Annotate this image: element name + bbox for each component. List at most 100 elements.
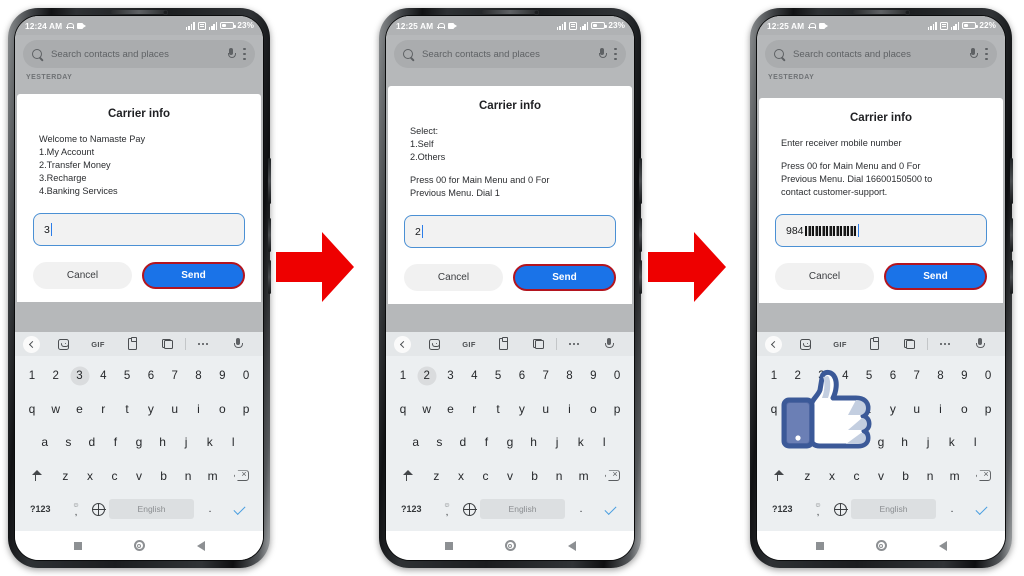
key-x[interactable]: x [78,462,103,489]
key-w[interactable]: w [415,396,439,423]
key-g[interactable]: g [498,429,522,456]
symbols-key[interactable]: ?123 [26,504,60,514]
key-i[interactable]: i [558,396,582,423]
key-9[interactable]: 9 [210,362,234,389]
key-8[interactable]: 8 [929,362,953,389]
key-j[interactable]: j [174,429,198,456]
key-5[interactable]: 5 [115,362,139,389]
key-v[interactable]: v [498,462,523,489]
circle-icon[interactable] [504,540,516,551]
circle-icon[interactable] [875,540,887,551]
key-z[interactable]: z [795,462,820,489]
search-input[interactable]: Search contacts and places [793,49,961,60]
check-icon[interactable] [597,503,623,516]
key-i[interactable]: i [187,396,211,423]
volume-down-button[interactable] [268,260,271,294]
clipboard-icon[interactable] [486,337,521,350]
comma-key[interactable]: ☺, [435,502,459,518]
key-d[interactable]: d [80,429,104,456]
volume-down-button[interactable] [639,260,642,294]
period-key[interactable]: . [569,503,593,515]
key-6[interactable]: 6 [510,362,534,389]
mic-icon[interactable] [227,48,237,60]
key-0[interactable]: 0 [976,362,1000,389]
volume-up-button[interactable] [268,218,271,252]
overflow-menu-icon[interactable] [614,47,617,61]
gif-button[interactable]: GIF [452,340,487,349]
key-z[interactable]: z [53,462,78,489]
mic-icon[interactable] [598,48,608,60]
mic-icon[interactable] [969,48,979,60]
power-button[interactable] [639,158,642,204]
square-icon[interactable] [815,541,824,550]
send-button[interactable]: Send [884,263,987,291]
key-i[interactable]: i [929,396,953,423]
key-f[interactable]: f [104,429,128,456]
key-w[interactable]: w [44,396,68,423]
volume-down-button[interactable] [1010,260,1013,294]
volume-up-button[interactable] [1010,218,1013,252]
key-n[interactable]: n [176,462,201,489]
ussd-reply-input[interactable]: 2 [404,215,616,249]
key-s[interactable]: s [57,429,81,456]
clipboard-icon[interactable] [857,337,892,350]
globe-icon[interactable] [92,502,106,517]
key-1[interactable]: 1 [20,362,44,389]
gif-button[interactable]: GIF [823,340,858,349]
key-k[interactable]: k [940,429,964,456]
key-l[interactable]: l [963,429,987,456]
overflow-menu-icon[interactable] [243,47,246,61]
backspace-icon[interactable] [225,462,258,489]
key-p[interactable]: p [234,396,258,423]
key-m[interactable]: m [200,462,225,489]
key-d[interactable]: d [451,429,475,456]
key-0[interactable]: 0 [605,362,629,389]
globe-icon[interactable] [463,502,477,517]
globe-icon[interactable] [834,502,848,517]
key-h[interactable]: h [151,429,175,456]
backspace-icon[interactable] [596,462,629,489]
key-3[interactable]: 3 [68,362,92,389]
search-bar[interactable]: Search contacts and places [394,40,626,68]
key-q[interactable]: q [391,396,415,423]
search-bar[interactable]: Search contacts and places [765,40,997,68]
back-icon[interactable] [765,335,782,353]
more-dots-icon[interactable] [928,342,963,346]
key-8[interactable]: 8 [558,362,582,389]
mic-icon[interactable] [591,338,626,350]
key-v[interactable]: v [127,462,152,489]
key-s[interactable]: s [428,429,452,456]
key-v[interactable]: v [869,462,894,489]
square-icon[interactable] [73,541,82,550]
cancel-button[interactable]: Cancel [404,264,503,292]
triangle-icon[interactable] [938,540,947,551]
key-a[interactable]: a [33,429,57,456]
key-q[interactable]: q [20,396,44,423]
send-button[interactable]: Send [513,264,616,292]
key-z[interactable]: z [424,462,449,489]
check-icon[interactable] [968,503,994,516]
key-k[interactable]: k [569,429,593,456]
period-key[interactable]: . [940,503,964,515]
key-p[interactable]: p [976,396,1000,423]
symbols-key[interactable]: ?123 [397,504,431,514]
key-2[interactable]: 2 [415,362,439,389]
key-o[interactable]: o [210,396,234,423]
ussd-reply-input[interactable]: 3 [33,213,245,247]
key-b[interactable]: b [151,462,176,489]
key-4[interactable]: 4 [91,362,115,389]
key-c[interactable]: c [102,462,127,489]
sticker-icon[interactable] [417,338,452,350]
volume-up-button[interactable] [639,218,642,252]
key-l[interactable]: l [221,429,245,456]
key-m[interactable]: m [571,462,596,489]
period-key[interactable]: . [198,503,222,515]
square-icon[interactable] [444,541,453,550]
back-icon[interactable] [23,335,40,353]
key-t[interactable]: t [486,396,510,423]
key-3[interactable]: 3 [439,362,463,389]
key-y[interactable]: y [510,396,534,423]
key-l[interactable]: l [592,429,616,456]
check-icon[interactable] [226,503,252,516]
backspace-icon[interactable] [967,462,1000,489]
